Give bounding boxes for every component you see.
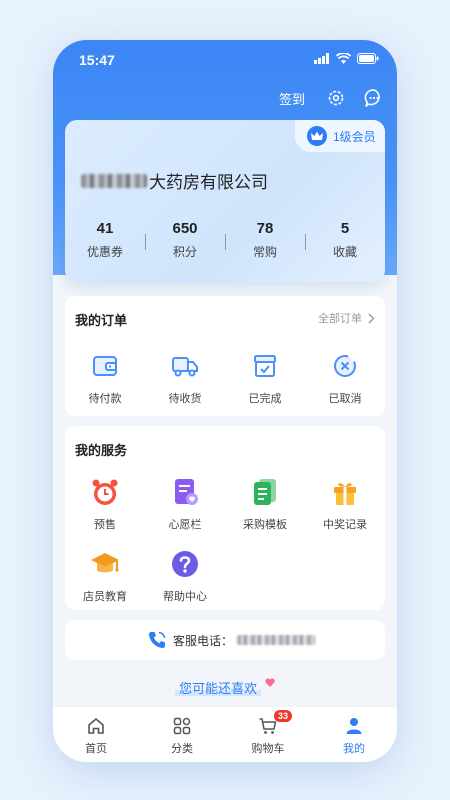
wishlist-icon bbox=[175, 479, 198, 505]
status-time: 15:47 bbox=[79, 52, 115, 68]
stat-value: 650 bbox=[172, 220, 198, 237]
order-pending-receipt[interactable]: 待收货 bbox=[145, 350, 225, 406]
gift-icon bbox=[334, 483, 356, 505]
company-name-text: 大药房有限公司 bbox=[149, 173, 268, 192]
service-label: 心愿栏 bbox=[168, 519, 202, 531]
order-label: 已取消 bbox=[328, 393, 362, 405]
status-icons bbox=[314, 53, 379, 64]
service-staff-education[interactable]: 店员教育 bbox=[65, 548, 145, 604]
stat-value: 5 bbox=[340, 220, 350, 237]
member-stats: 41 优惠券 650 积分 78 常购 5 收藏 bbox=[65, 220, 385, 260]
redacted-text bbox=[81, 173, 147, 188]
service-label: 店员教育 bbox=[83, 591, 127, 603]
orders-title: 我的订单 bbox=[75, 313, 128, 328]
tab-label: 首页 bbox=[85, 743, 107, 755]
stat-label: 常购 bbox=[252, 245, 277, 259]
crown-icon bbox=[307, 126, 327, 146]
cancel-clock-icon bbox=[334, 355, 356, 377]
order-cancelled[interactable]: 已取消 bbox=[305, 350, 385, 406]
all-orders-label: 全部订单 bbox=[318, 313, 362, 325]
tab-label: 我的 bbox=[343, 743, 365, 755]
stat-value: 41 bbox=[96, 220, 114, 237]
user-icon bbox=[346, 718, 362, 734]
graduation-cap-icon bbox=[91, 553, 119, 573]
signal-icon bbox=[314, 53, 329, 64]
order-label: 待付款 bbox=[88, 393, 122, 405]
cart-count-badge: 33 bbox=[274, 710, 293, 722]
stat-label: 收藏 bbox=[332, 245, 357, 259]
company-name: 大药房有限公司 bbox=[81, 168, 268, 193]
stat-label: 积分 bbox=[172, 245, 197, 259]
top-bar: 签到 bbox=[53, 84, 397, 114]
service-purchase-template[interactable]: 采购模板 bbox=[225, 476, 305, 532]
member-level-label: 1级会员 bbox=[333, 129, 376, 144]
recommendation-heading: 您可能还喜欢 bbox=[53, 678, 397, 697]
stat-frequent[interactable]: 78 常购 bbox=[225, 220, 305, 260]
member-level-badge[interactable]: 1级会员 bbox=[295, 120, 385, 152]
wallet-icon bbox=[93, 356, 117, 376]
checkin-button[interactable]: 签到 bbox=[279, 89, 305, 108]
bottom-tab-bar: 首页 分类 33 购物车 我的 bbox=[53, 706, 397, 762]
gear-icon[interactable] bbox=[326, 88, 346, 108]
truck-icon bbox=[172, 357, 198, 377]
phone-call-icon bbox=[149, 631, 166, 648]
customer-service-hotline[interactable]: 客服电话： bbox=[65, 620, 385, 660]
order-label: 待收货 bbox=[168, 393, 202, 405]
chevron-right-icon bbox=[368, 313, 375, 323]
home-icon bbox=[88, 717, 104, 734]
redacted-phone-number bbox=[237, 635, 316, 645]
stat-points[interactable]: 650 积分 bbox=[145, 220, 225, 260]
service-help-center[interactable]: 帮助中心 bbox=[145, 548, 225, 604]
alarm-clock-icon bbox=[92, 479, 118, 505]
message-icon[interactable] bbox=[363, 87, 385, 109]
phone-screen: 15:47 签到 1级会员 大药房有限公司 41 优惠券 650 积分 78 常… bbox=[53, 40, 397, 762]
service-prize-record[interactable]: 中奖记录 bbox=[305, 476, 385, 532]
all-orders-link[interactable]: 全部订单 bbox=[318, 310, 375, 326]
services-title: 我的服务 bbox=[75, 443, 128, 458]
status-bar: 15:47 bbox=[53, 40, 397, 80]
service-wishlist[interactable]: 心愿栏 bbox=[145, 476, 225, 532]
member-card[interactable]: 1级会员 大药房有限公司 41 优惠券 650 积分 78 常购 5 收藏 bbox=[65, 120, 385, 282]
tab-category[interactable]: 分类 bbox=[139, 707, 225, 762]
service-label: 预售 bbox=[94, 519, 116, 531]
tab-cart[interactable]: 33 购物车 bbox=[225, 707, 311, 762]
category-icon bbox=[173, 717, 191, 735]
tab-profile[interactable]: 我的 bbox=[311, 707, 397, 762]
stat-favorites[interactable]: 5 收藏 bbox=[305, 220, 385, 260]
tab-label: 购物车 bbox=[251, 743, 285, 755]
order-pending-payment[interactable]: 待付款 bbox=[65, 350, 145, 406]
box-check-icon bbox=[254, 355, 276, 377]
service-label: 采购模板 bbox=[243, 519, 287, 531]
stat-label: 优惠券 bbox=[86, 245, 123, 259]
template-icon bbox=[254, 479, 276, 505]
stat-coupons[interactable]: 41 优惠券 bbox=[65, 220, 145, 260]
help-icon bbox=[172, 551, 198, 577]
battery-icon bbox=[357, 53, 379, 64]
order-completed[interactable]: 已完成 bbox=[225, 350, 305, 406]
tab-home[interactable]: 首页 bbox=[53, 707, 139, 762]
service-label: 中奖记录 bbox=[323, 519, 367, 531]
service-label: 帮助中心 bbox=[163, 591, 207, 603]
recommendation-title: 您可能还喜欢 bbox=[175, 681, 262, 696]
orders-panel: 我的订单 全部订单 待付款 待收货 已完成 已取消 bbox=[65, 296, 385, 416]
tab-label: 分类 bbox=[171, 743, 193, 755]
heart-icon bbox=[265, 678, 275, 687]
order-label: 已完成 bbox=[248, 393, 282, 405]
hotline-label: 客服电话： bbox=[173, 633, 234, 648]
service-presale[interactable]: 预售 bbox=[65, 476, 145, 532]
services-panel: 我的服务 预售 心愿栏 采购模板 中奖记录 店员教育 帮助中心 bbox=[65, 426, 385, 610]
stat-value: 78 bbox=[256, 220, 274, 237]
wifi-icon bbox=[336, 53, 351, 64]
